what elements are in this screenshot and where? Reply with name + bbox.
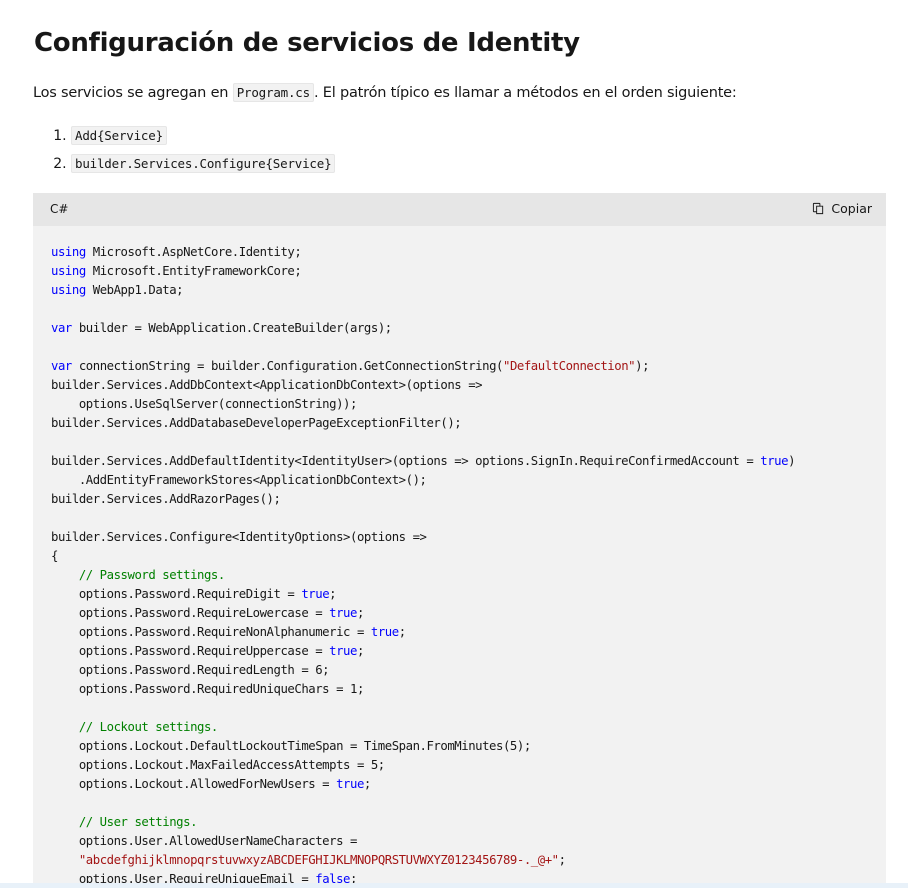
code-text: builder.Services.Configure<IdentityOptio… — [51, 530, 427, 544]
code-keyword: using — [51, 245, 86, 259]
code-string: "abcdefghijklmnopqrstuvwxyzABCDEFGHIJKLM… — [78, 853, 559, 867]
code-language-label: C# — [50, 202, 69, 216]
code-text: options.Password.RequiredUniqueChars = 1… — [51, 682, 365, 696]
code-string: "DefaultConnection" — [502, 359, 636, 373]
copy-icon — [813, 202, 824, 215]
code-keyword: var — [51, 321, 72, 335]
code-line: options.Lockout.DefaultLockoutTimeSpan =… — [51, 739, 531, 753]
code-text: options.Password.RequireNonAlphanumeric … — [51, 625, 371, 639]
steps-list: Add{Service} builder.Services.Configure{… — [33, 122, 336, 178]
inline-code-program-cs: Program.cs — [232, 83, 314, 102]
code-line: { — [51, 549, 58, 563]
code-text: options.Password.RequireDigit = — [51, 587, 302, 601]
step-code: builder.Services.Configure{Service} — [71, 154, 336, 173]
step-code: Add{Service} — [71, 126, 167, 145]
code-line: "abcdefghijklmnopqrstuvwxyzABCDEFGHIJKLM… — [51, 853, 566, 867]
code-text: ; — [363, 777, 371, 791]
code-line: builder.Services.AddDefaultIdentity<Iden… — [51, 454, 795, 468]
code-text: connectionString = builder.Configuration… — [71, 359, 504, 373]
copy-button[interactable]: Copiar — [812, 201, 872, 216]
code-keyword: using — [51, 264, 86, 278]
code-text: options.Password.RequireLowercase = — [51, 606, 330, 620]
code-text: options.Lockout.AllowedForNewUsers = — [51, 777, 337, 791]
code-text: ; — [356, 644, 364, 658]
intro-paragraph: Los servicios se agregan en Program.cs. … — [33, 82, 737, 104]
code-comment: // Lockout settings. — [51, 720, 219, 734]
code-line: // Password settings. — [51, 568, 225, 582]
code-line: options.UseSqlServer(connectionString)); — [51, 397, 358, 411]
code-text: builder.Services.AddDatabaseDeveloperPag… — [51, 416, 462, 430]
code-text: options.Lockout.MaxFailedAccessAttempts … — [51, 758, 385, 772]
code-line: builder.Services.AddDatabaseDeveloperPag… — [51, 416, 462, 430]
code-keyword: true — [336, 777, 364, 791]
code-line: builder.Services.AddRazorPages(); — [51, 492, 281, 506]
list-item: Add{Service} — [71, 122, 335, 150]
code-line: // Lockout settings. — [51, 720, 219, 734]
code-text: ; — [329, 587, 337, 601]
copy-label: Copiar — [831, 201, 872, 216]
code-line: options.Password.RequireDigit = true; — [51, 587, 337, 601]
code-line: .AddEntityFrameworkStores<ApplicationDbC… — [51, 473, 427, 487]
code-text: ); — [635, 359, 650, 373]
code-keyword: true — [329, 606, 357, 620]
code-keyword: var — [51, 359, 72, 373]
code-comment: // Password settings. — [51, 568, 225, 582]
code-line: builder.Services.Configure<IdentityOptio… — [51, 530, 427, 544]
code-line: options.Lockout.AllowedForNewUsers = tru… — [51, 777, 372, 791]
code-line: options.Password.RequiredLength = 6; — [51, 663, 330, 677]
code-text: builder.Services.AddRazorPages(); — [51, 492, 281, 506]
code-line: options.Password.RequireUppercase = true… — [51, 644, 365, 658]
code-keyword: true — [760, 454, 789, 468]
code-text: Microsoft.AspNetCore.Identity; — [85, 245, 302, 259]
code-block: C# Copiar using Microsoft.AspNetCore.Ide… — [33, 193, 886, 888]
code-text: options.Lockout.DefaultLockoutTimeSpan =… — [51, 739, 531, 753]
code-line: options.Password.RequiredUniqueChars = 1… — [51, 682, 365, 696]
code-comment: // User settings. — [51, 815, 198, 829]
intro-text-before: Los servicios se agregan en — [33, 85, 233, 101]
list-item: builder.Services.Configure{Service} — [71, 150, 336, 178]
code-text: options.User.AllowedUserNameCharacters = — [51, 834, 358, 848]
intro-text-after: . El patrón típico es llamar a métodos e… — [313, 85, 737, 101]
code-line: options.Password.RequireLowercase = true… — [51, 606, 365, 620]
code-text: options.Password.RequiredLength = 6; — [51, 663, 330, 677]
code-content: using Microsoft.AspNetCore.Identity; usi… — [33, 226, 886, 888]
code-keyword: true — [370, 625, 399, 639]
code-line: options.User.AllowedUserNameCharacters = — [51, 834, 358, 848]
page-title: Configuración de servicios de Identity — [34, 28, 580, 58]
code-block-header: C# Copiar — [33, 193, 886, 226]
code-line: var connectionString = builder.Configura… — [51, 359, 649, 373]
code-text: ; — [356, 606, 364, 620]
code-text: Microsoft.EntityFrameworkCore; — [85, 264, 302, 278]
code-line: // User settings. — [51, 815, 198, 829]
code-text: builder.Services.AddDbContext<Applicatio… — [51, 378, 483, 392]
code-line: using Microsoft.AspNetCore.Identity; — [51, 245, 302, 259]
code-text: ) — [788, 454, 796, 468]
code-text: .AddEntityFrameworkStores<ApplicationDbC… — [51, 473, 427, 487]
code-line: using Microsoft.EntityFrameworkCore; — [51, 264, 302, 278]
code-keyword: using — [51, 283, 86, 297]
code-text: options.UseSqlServer(connectionString)); — [51, 397, 358, 411]
code-text: WebApp1.Data; — [85, 283, 184, 297]
code-text: { — [51, 549, 58, 563]
code-line: options.Password.RequireNonAlphanumeric … — [51, 625, 406, 639]
code-text: options.Password.RequireUppercase = — [51, 644, 330, 658]
code-line: options.Lockout.MaxFailedAccessAttempts … — [51, 758, 385, 772]
code-text: builder.Services.AddDefaultIdentity<Iden… — [51, 454, 761, 468]
code-line: using WebApp1.Data; — [51, 283, 184, 297]
code-line: builder.Services.AddDbContext<Applicatio… — [51, 378, 483, 392]
code-text: ; — [558, 853, 566, 867]
code-keyword: true — [329, 644, 357, 658]
code-line: var builder = WebApplication.CreateBuild… — [51, 321, 392, 335]
code-keyword: true — [301, 587, 330, 601]
code-text: builder = WebApplication.CreateBuilder(a… — [71, 321, 392, 335]
bottom-strip — [0, 883, 908, 888]
code-text: ; — [398, 625, 406, 639]
